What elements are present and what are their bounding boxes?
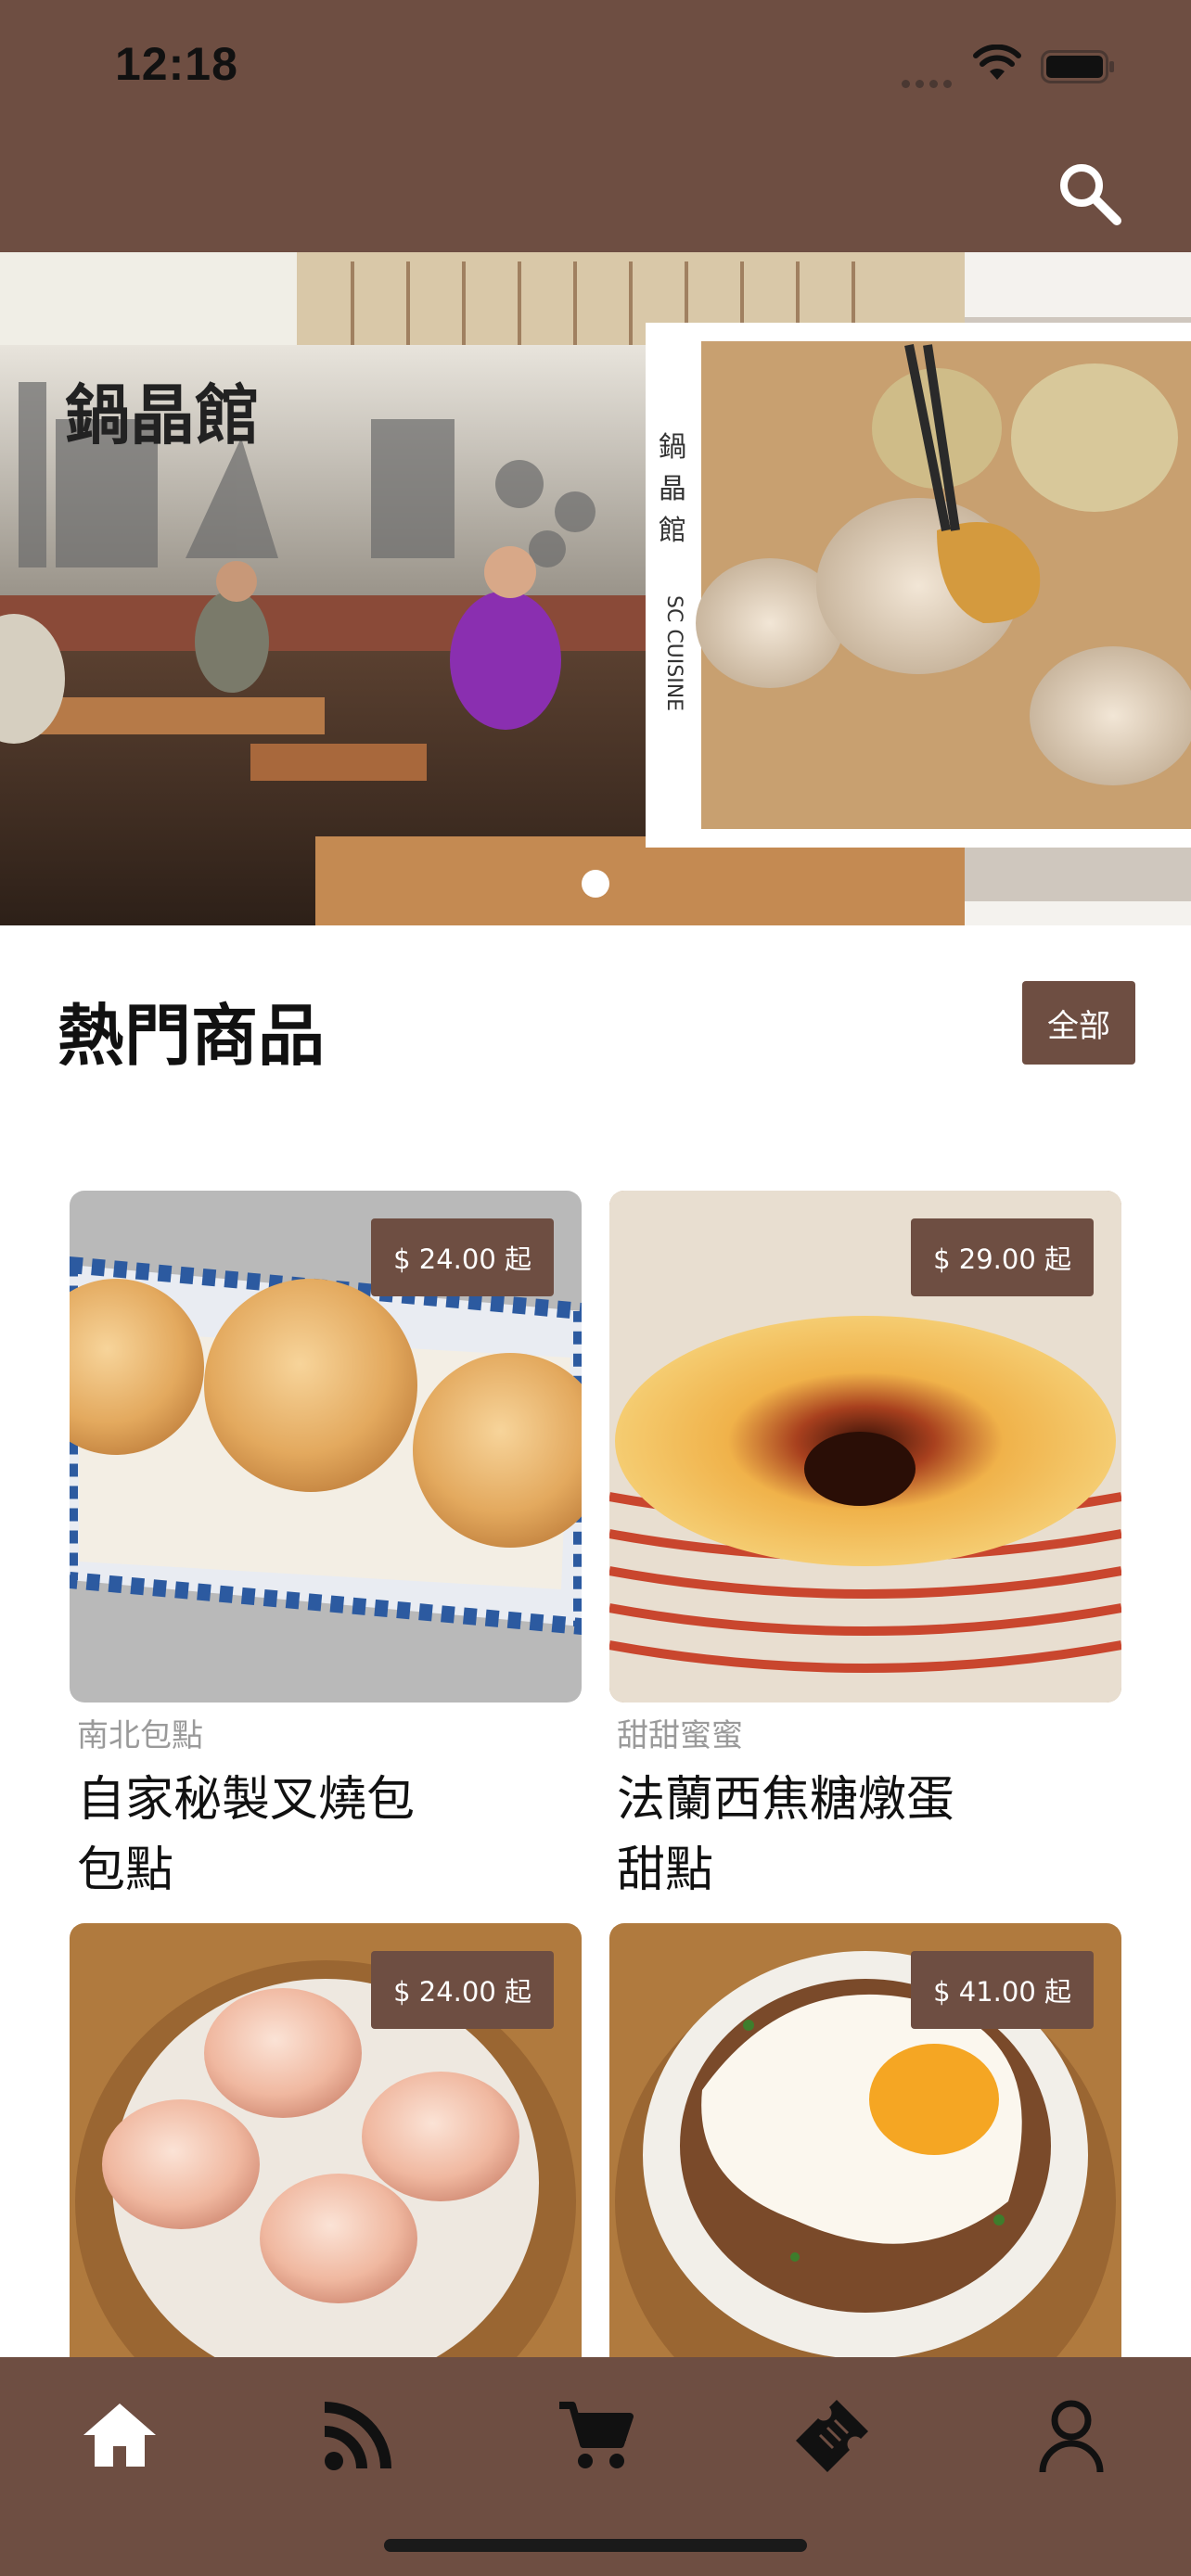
profile-icon[interactable]	[1030, 2394, 1113, 2478]
feed-icon[interactable]	[315, 2394, 399, 2478]
view-all-button[interactable]: 全部	[1022, 981, 1135, 1065]
product-subcategory: 甜點	[617, 1843, 714, 1898]
coupon-icon[interactable]	[790, 2394, 874, 2478]
svg-text:晶: 晶	[659, 473, 686, 505]
app-header: 12:18	[0, 0, 1191, 252]
price-tag: $ 41.00 起	[911, 1951, 1094, 2029]
price-tag: $ 29.00 起	[911, 1218, 1094, 1296]
signal-icon	[902, 74, 957, 92]
price-tag: $ 24.00 起	[371, 1218, 554, 1296]
product-card[interactable]: $ 29.00 起 甜甜蜜蜜 法蘭西焦糖燉蛋 甜點	[609, 1191, 1121, 1906]
section-title: 熱門商品	[58, 997, 326, 1075]
promo-banner-carousel[interactable]: 鍋晶館 鍋晶館 SC CUISINE	[0, 252, 1191, 925]
svg-text:SC CUISINE: SC CUISINE	[662, 595, 685, 711]
cart-icon[interactable]	[554, 2394, 637, 2478]
svg-text:鍋: 鍋	[659, 431, 686, 464]
home-icon[interactable]	[78, 2394, 161, 2478]
svg-text:鍋晶館: 鍋晶館	[65, 376, 260, 453]
product-name[interactable]: 法蘭西焦糖燉蛋	[609, 1765, 1121, 1835]
product-card[interactable]: $ 24.00 起 南北包點 自家秘製叉燒包 包點	[70, 1191, 582, 1906]
battery-icon	[1041, 50, 1114, 83]
product-image[interactable]: $ 29.00 起	[609, 1191, 1121, 1702]
search-icon[interactable]	[1052, 156, 1126, 230]
wifi-icon	[973, 45, 1021, 80]
price-tag: $ 24.00 起	[371, 1951, 554, 2029]
product-subcategory: 包點	[77, 1843, 174, 1898]
product-category: 南北包點	[77, 1717, 203, 1754]
svg-text:館: 館	[659, 515, 686, 547]
status-time: 12:18	[115, 38, 238, 90]
product-name[interactable]: 自家秘製叉燒包	[70, 1765, 582, 1835]
product-image[interactable]: $ 24.00 起	[70, 1191, 582, 1702]
banner-image: 鍋晶館 鍋晶館 SC CUISINE	[0, 252, 1191, 925]
home-indicator	[384, 2539, 807, 2552]
product-category: 甜甜蜜蜜	[617, 1717, 743, 1754]
carousel-indicator-dot[interactable]	[582, 870, 609, 898]
